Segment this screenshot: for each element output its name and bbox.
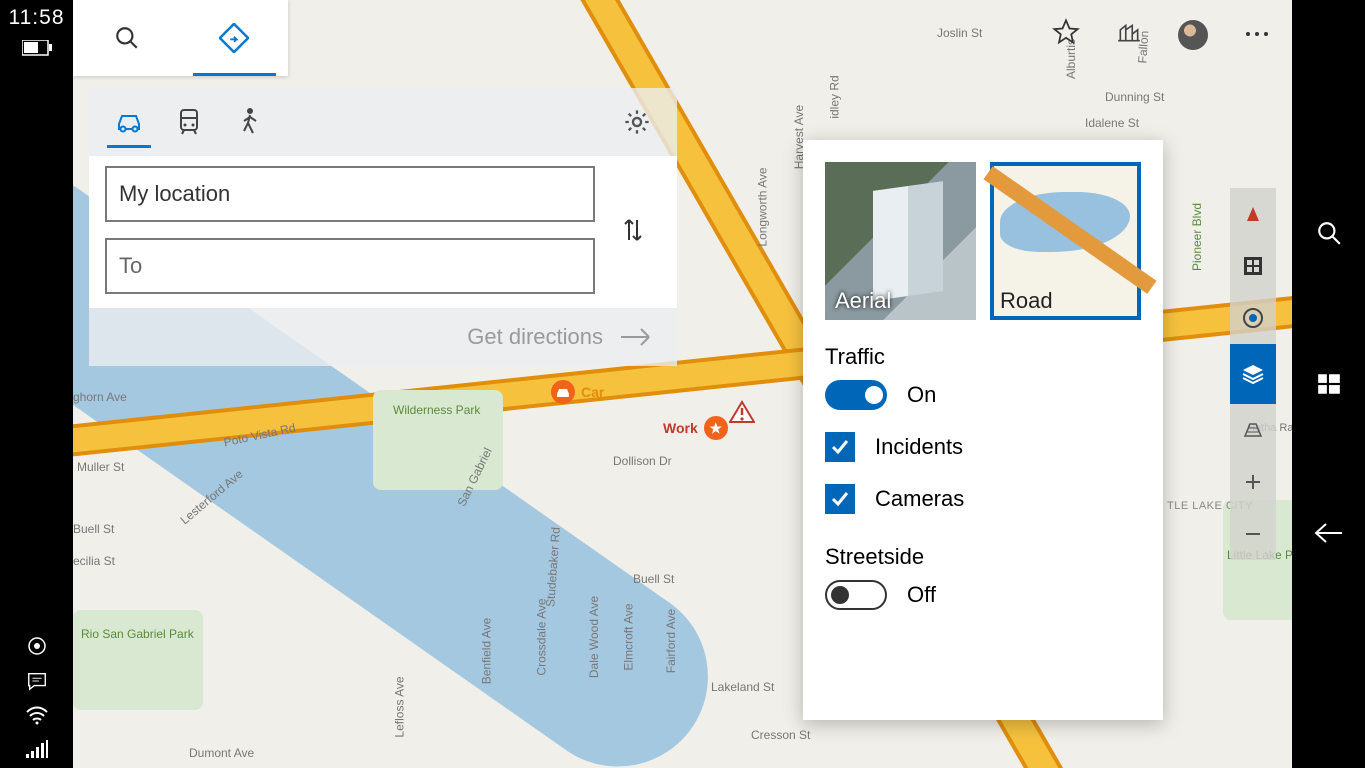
map-view-road-label: Road bbox=[1000, 288, 1053, 314]
cameras-label: Cameras bbox=[875, 486, 964, 512]
tab-search[interactable] bbox=[73, 0, 181, 76]
more-icon[interactable] bbox=[1244, 26, 1270, 44]
incidents-checkbox[interactable] bbox=[825, 432, 855, 462]
road-label: Benfield Ave bbox=[479, 618, 493, 685]
road-label: Fairford Ave bbox=[664, 609, 678, 673]
layers-button[interactable] bbox=[1230, 344, 1276, 404]
nav-bar-right bbox=[1292, 0, 1365, 768]
directions-settings-icon[interactable] bbox=[607, 92, 667, 152]
road-label: Lefloss Ave bbox=[393, 676, 407, 737]
road-label: Cresson St bbox=[751, 728, 810, 742]
streetside-section-label: Streetside bbox=[825, 544, 1141, 570]
battery-icon bbox=[22, 40, 52, 56]
cameras-checkbox[interactable] bbox=[825, 484, 855, 514]
user-avatar[interactable] bbox=[1178, 20, 1208, 50]
road-label: Dumont Ave bbox=[189, 746, 254, 760]
road-label: Joslin St bbox=[937, 26, 982, 40]
wifi-icon bbox=[25, 706, 49, 726]
mode-driving[interactable] bbox=[99, 92, 159, 152]
zoom-in-button[interactable] bbox=[1230, 456, 1276, 508]
top-right-icons bbox=[1052, 18, 1270, 51]
tilt-button[interactable] bbox=[1230, 404, 1276, 456]
mode-transit[interactable] bbox=[159, 92, 219, 152]
streetside-button[interactable] bbox=[1230, 240, 1276, 292]
map-view-aerial-label: Aerial bbox=[835, 288, 891, 314]
map-view-road[interactable]: Road bbox=[990, 162, 1141, 320]
traffic-section-label: Traffic bbox=[825, 344, 1141, 370]
record-icon bbox=[27, 636, 47, 656]
tab-directions[interactable] bbox=[181, 0, 289, 76]
mode-walking[interactable] bbox=[219, 92, 279, 152]
road-label: Dollison Dr bbox=[613, 454, 672, 468]
locate-me-button[interactable] bbox=[1230, 292, 1276, 344]
road-label: Elmcroft Ave bbox=[622, 603, 636, 670]
traffic-alert-icon[interactable] bbox=[729, 400, 755, 429]
pin-car[interactable]: Car bbox=[551, 380, 604, 404]
park-label: Wilderness Park bbox=[393, 404, 480, 417]
3d-cities-icon[interactable] bbox=[1116, 19, 1142, 50]
road-label: Pioneer Blvd bbox=[1190, 203, 1204, 271]
pin-work[interactable]: Work ★ bbox=[663, 416, 728, 440]
status-bar-left: 11:58 bbox=[0, 0, 73, 768]
zoom-out-button[interactable] bbox=[1230, 508, 1276, 560]
road-label: Crossdale Ave bbox=[535, 598, 549, 675]
map-canvas[interactable]: Wilderness Park Rio San Gabriel Park Lit… bbox=[73, 0, 1292, 768]
search-button[interactable] bbox=[1316, 220, 1342, 251]
road-label: Buell St bbox=[633, 572, 674, 586]
streetside-toggle-state: Off bbox=[907, 582, 936, 608]
swap-button[interactable] bbox=[605, 166, 661, 294]
compass-button[interactable] bbox=[1230, 188, 1276, 240]
road-label: Buell St bbox=[73, 522, 114, 536]
park-label: Rio San Gabriel Park bbox=[81, 628, 171, 641]
signal-icon bbox=[26, 740, 48, 758]
clock: 11:58 bbox=[9, 6, 65, 30]
from-input[interactable] bbox=[105, 166, 595, 222]
road-label: idley Rd bbox=[828, 75, 842, 118]
traffic-toggle-state: On bbox=[907, 382, 936, 408]
pin-car-label: Car bbox=[581, 384, 604, 400]
message-icon bbox=[26, 670, 48, 692]
directions-panel: Get directions bbox=[89, 88, 677, 366]
windows-button[interactable] bbox=[1316, 371, 1342, 402]
top-tabs bbox=[73, 0, 288, 76]
back-button[interactable] bbox=[1314, 522, 1344, 549]
to-input[interactable] bbox=[105, 238, 595, 294]
incidents-label: Incidents bbox=[875, 434, 963, 460]
favorites-icon[interactable] bbox=[1052, 18, 1080, 51]
road-label: Muller St bbox=[77, 460, 124, 474]
road-label: Dale Wood Ave bbox=[587, 596, 601, 678]
road-label: Dunning St bbox=[1105, 90, 1164, 104]
map-controls bbox=[1230, 188, 1276, 560]
get-directions-button[interactable]: Get directions bbox=[89, 308, 677, 366]
map-view-aerial[interactable]: Aerial bbox=[825, 162, 976, 320]
road-label: Lakeland St bbox=[711, 680, 774, 694]
traffic-toggle[interactable] bbox=[825, 380, 887, 410]
pin-work-label: Work bbox=[663, 420, 698, 436]
road-label: ghorn Ave bbox=[73, 390, 127, 404]
get-directions-label: Get directions bbox=[467, 324, 603, 350]
layers-panel: Aerial Road Traffic On Incidents bbox=[803, 140, 1163, 720]
road-label: ecilia St bbox=[73, 554, 115, 568]
road-label: Longworth Ave bbox=[756, 167, 770, 246]
road-label: Idalene St bbox=[1085, 116, 1139, 130]
streetside-toggle[interactable] bbox=[825, 580, 887, 610]
